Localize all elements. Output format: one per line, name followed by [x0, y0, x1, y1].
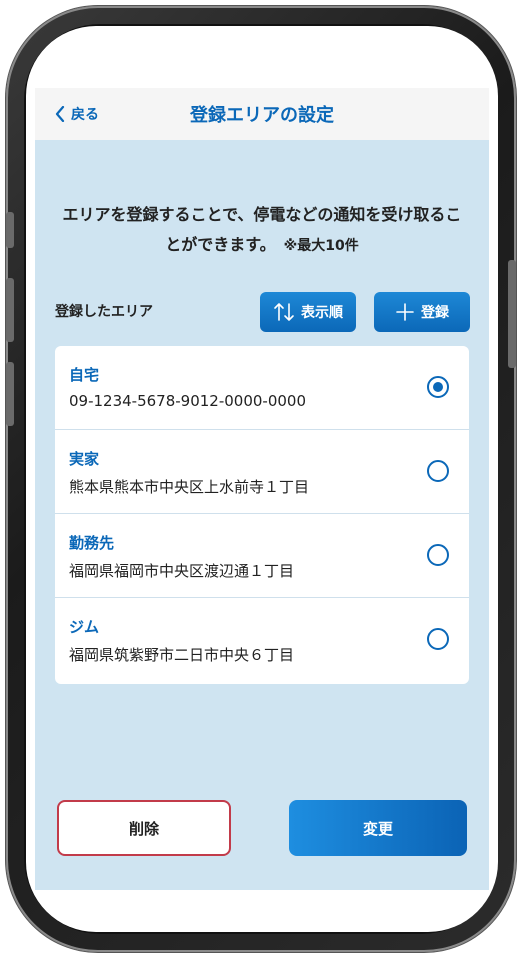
- area-address: 09-1234-5678-9012-0000-0000: [69, 392, 307, 410]
- sort-order-label: 表示順: [301, 305, 343, 321]
- plus-icon: [396, 303, 414, 321]
- radio-selected-icon[interactable]: [427, 376, 449, 398]
- area-address: 熊本県熊本市中央区上水前寺１丁目: [69, 478, 310, 496]
- description: エリアを登録することで、停電などの通知を受け取ることができます。 ※最大10件: [55, 200, 469, 261]
- section-label: 登録したエリア: [55, 304, 153, 320]
- area-list-item[interactable]: 勤務先 福岡県福岡市中央区渡辺通１丁目: [55, 514, 469, 598]
- side-button: [6, 278, 14, 342]
- area-list: 自宅 09-1234-5678-9012-0000-0000 実家 熊本県熊本市…: [55, 346, 469, 684]
- change-button[interactable]: 変更: [289, 800, 467, 856]
- phone-screen: 戻る 登録エリアの設定 エリアを登録することで、停電などの通知を受け取ることがで…: [26, 26, 498, 932]
- area-list-item[interactable]: 自宅 09-1234-5678-9012-0000-0000: [55, 346, 469, 430]
- side-button: [6, 362, 14, 426]
- area-name: ジム: [69, 618, 100, 636]
- area-name: 勤務先: [69, 534, 115, 552]
- side-button: [508, 260, 516, 368]
- area-name: 実家: [69, 450, 100, 468]
- sort-arrows-icon: [274, 303, 294, 321]
- description-text: エリアを登録することで、停電などの通知を受け取ることができます。: [62, 205, 462, 254]
- radio-unselected-icon[interactable]: [427, 544, 449, 566]
- radio-unselected-icon[interactable]: [427, 628, 449, 650]
- header-bar: 戻る 登録エリアの設定: [35, 88, 489, 140]
- area-address: 福岡県福岡市中央区渡辺通１丁目: [69, 562, 295, 580]
- area-list-item[interactable]: ジム 福岡県筑紫野市二日市中央６丁目: [55, 598, 469, 682]
- add-area-label: 登録: [421, 305, 449, 321]
- page-title: 登録エリアの設定: [190, 105, 334, 126]
- sort-order-button[interactable]: 表示順: [260, 292, 356, 332]
- add-area-button[interactable]: 登録: [374, 292, 470, 332]
- area-list-item[interactable]: 実家 熊本県熊本市中央区上水前寺１丁目: [55, 430, 469, 514]
- area-address: 福岡県筑紫野市二日市中央６丁目: [69, 646, 295, 664]
- area-name: 自宅: [69, 366, 100, 384]
- radio-unselected-icon[interactable]: [427, 460, 449, 482]
- max-note: ※最大10件: [283, 238, 359, 254]
- app-content: 戻る 登録エリアの設定 エリアを登録することで、停電などの通知を受け取ることがで…: [35, 88, 489, 890]
- side-button: [6, 212, 14, 248]
- delete-button[interactable]: 削除: [57, 800, 231, 856]
